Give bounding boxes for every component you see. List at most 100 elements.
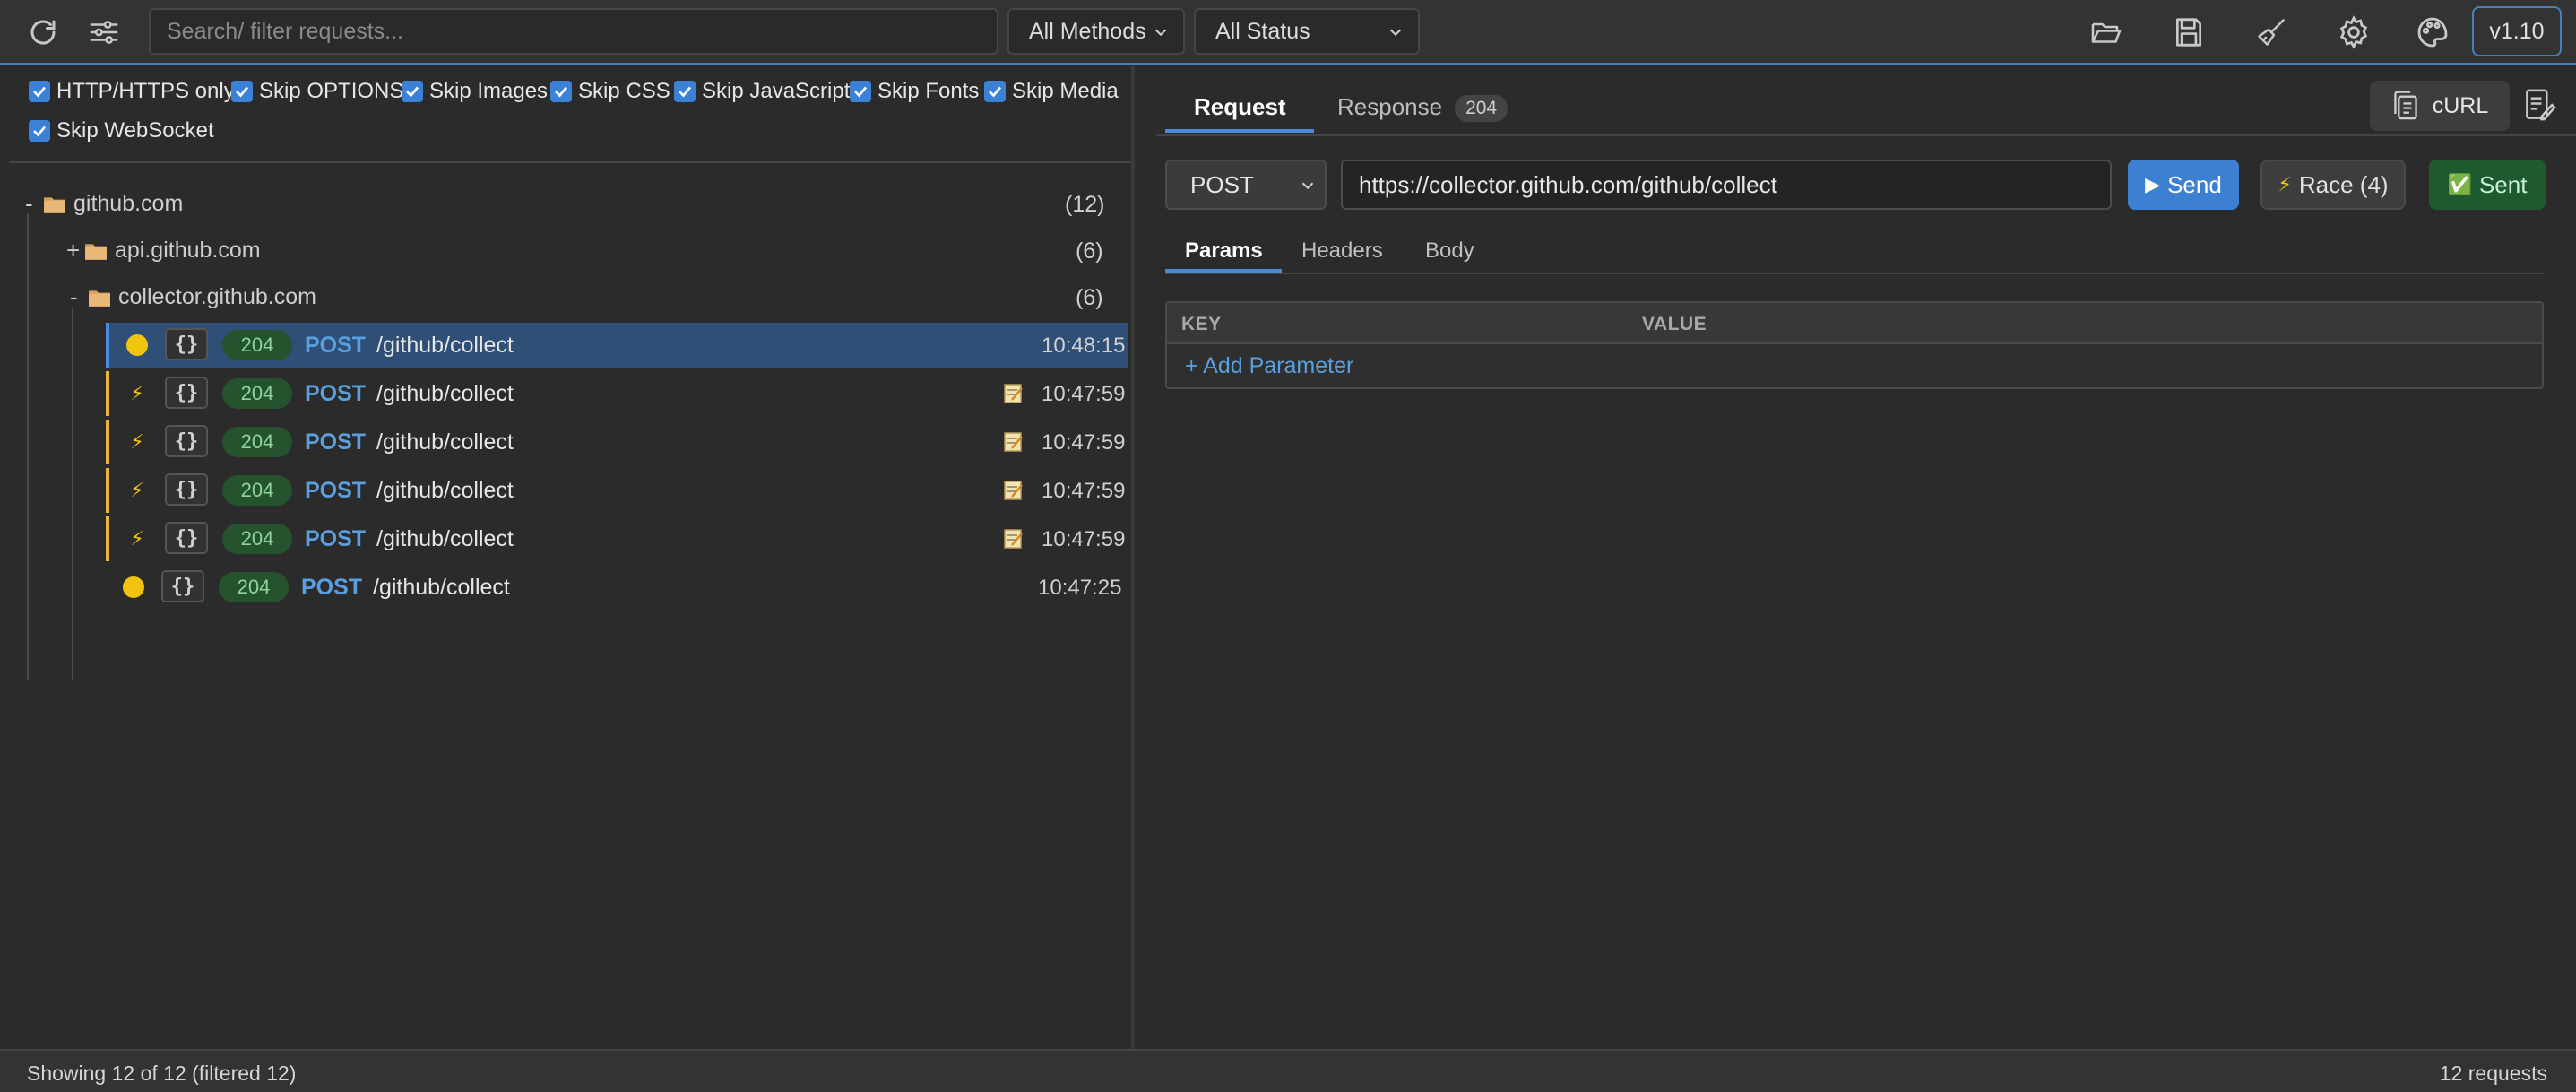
chevron-down-icon bbox=[1298, 176, 1318, 195]
note-icon bbox=[1004, 383, 1024, 404]
lightning-icon: ⚡ bbox=[130, 430, 144, 453]
url-input[interactable]: https://collector.github.com/github/coll… bbox=[1341, 160, 2112, 210]
subtab-params[interactable]: Params bbox=[1185, 238, 1263, 264]
request-method: POST bbox=[305, 429, 367, 455]
method-select[interactable]: POST bbox=[1165, 160, 1327, 210]
subtab-divider bbox=[1165, 273, 2544, 274]
tab-divider bbox=[1156, 134, 2576, 136]
filter-skip-javascript[interactable]: Skip JavaScript bbox=[674, 79, 850, 104]
request-path: /github/collect bbox=[376, 478, 514, 503]
sliders-icon[interactable] bbox=[84, 13, 124, 52]
tree-host-github[interactable]: - github.com bbox=[25, 190, 183, 218]
request-row[interactable]: {} 204 POST /github/collect 10:47:25 bbox=[106, 565, 1128, 610]
host-count: (6) bbox=[1076, 285, 1103, 310]
version-badge[interactable]: v1.10 bbox=[2472, 6, 2562, 56]
filter-http-only[interactable]: HTTP/HTTPS only bbox=[29, 79, 235, 104]
filter-label: Skip Images bbox=[429, 79, 549, 103]
status-code-badge: 204 bbox=[222, 378, 292, 409]
sent-status-button[interactable]: ✅ Sent bbox=[2429, 160, 2546, 210]
add-parameter-link[interactable]: + Add Parameter bbox=[1185, 353, 1353, 379]
checkbox-checked-icon[interactable] bbox=[231, 81, 253, 102]
race-button[interactable]: ⚡ Race (4) bbox=[2260, 160, 2406, 210]
request-time: 10:47:59 bbox=[1042, 479, 1126, 503]
method-value: POST bbox=[1190, 170, 1254, 198]
tree-host-api-github[interactable]: + api.github.com bbox=[66, 237, 261, 264]
checkbox-checked-icon[interactable] bbox=[550, 81, 572, 102]
chevron-down-icon bbox=[1151, 22, 1171, 42]
folder-open-icon[interactable] bbox=[2087, 13, 2126, 52]
checkbox-checked-icon[interactable] bbox=[29, 81, 50, 102]
broom-icon[interactable] bbox=[2252, 13, 2291, 52]
status-code-badge: 204 bbox=[222, 475, 292, 506]
palette-icon[interactable] bbox=[2413, 13, 2452, 52]
total-requests-text: 12 requests bbox=[2439, 1062, 2547, 1085]
request-row[interactable]: ⚡ {} 204 POST /github/collect 10:47:59 bbox=[106, 516, 1128, 561]
filter-skip-media[interactable]: Skip Media bbox=[984, 79, 1119, 104]
filter-label: Skip Fonts bbox=[877, 79, 980, 103]
request-row[interactable]: ⚡ {} 204 POST /github/collect 10:47:59 bbox=[106, 371, 1128, 416]
notes-icon[interactable] bbox=[2524, 88, 2556, 122]
value-column-header: VALUE bbox=[1642, 314, 1707, 334]
curl-button[interactable]: cURL bbox=[2370, 81, 2510, 131]
filter-skip-css[interactable]: Skip CSS bbox=[550, 79, 670, 104]
filter-skip-options[interactable]: Skip OPTIONS bbox=[231, 79, 403, 104]
request-method: POST bbox=[305, 526, 367, 551]
gear-icon[interactable] bbox=[2334, 13, 2373, 52]
search-input[interactable] bbox=[149, 8, 998, 55]
key-column-header: KEY bbox=[1181, 314, 1222, 334]
filter-skip-websocket[interactable]: Skip WebSocket bbox=[29, 118, 214, 143]
status-dot-icon bbox=[122, 576, 145, 599]
race-label: Race (4) bbox=[2298, 170, 2389, 198]
collapse-toggle[interactable]: - bbox=[70, 283, 88, 311]
folder-icon bbox=[43, 195, 66, 214]
tree-guide-line bbox=[27, 213, 29, 680]
request-row[interactable]: {} 204 POST /github/collect 10:48:15 bbox=[106, 323, 1128, 368]
sent-label: Sent bbox=[2478, 170, 2528, 198]
lightning-icon: ⚡ bbox=[130, 527, 144, 550]
params-table: KEY VALUE + Add Parameter bbox=[1165, 301, 2544, 389]
filter-skip-images[interactable]: Skip Images bbox=[402, 79, 548, 104]
request-row[interactable]: ⚡ {} 204 POST /github/collect 10:47:59 bbox=[106, 468, 1128, 513]
send-label: Send bbox=[2167, 170, 2222, 198]
methods-filter-select[interactable]: All Methods bbox=[1007, 8, 1185, 55]
tree-host-collector-github[interactable]: - collector.github.com bbox=[70, 283, 316, 311]
checkbox-checked-icon[interactable] bbox=[984, 81, 1006, 102]
methods-filter-value: All Methods bbox=[1029, 18, 1146, 44]
host-label: collector.github.com bbox=[118, 284, 316, 309]
subtab-body[interactable]: Body bbox=[1425, 238, 1474, 264]
status-code-badge: 204 bbox=[222, 330, 292, 360]
checkbox-checked-icon[interactable] bbox=[674, 81, 696, 102]
tab-response[interactable]: Response 204 bbox=[1337, 93, 1508, 123]
subtab-headers[interactable]: Headers bbox=[1301, 238, 1383, 264]
lightning-icon: ⚡ bbox=[2278, 173, 2292, 195]
copy-icon bbox=[2391, 90, 2420, 122]
curl-label: cURL bbox=[2432, 92, 2489, 118]
json-type-badge: {} bbox=[165, 473, 208, 506]
request-path: /github/collect bbox=[376, 381, 514, 406]
request-method: POST bbox=[305, 333, 367, 358]
status-filter-select[interactable]: All Status bbox=[1194, 8, 1420, 55]
folder-icon bbox=[88, 288, 111, 308]
filter-divider bbox=[9, 161, 1131, 163]
request-path: /github/collect bbox=[376, 429, 514, 455]
tab-request[interactable]: Request bbox=[1194, 93, 1286, 121]
request-path: /github/collect bbox=[376, 526, 514, 551]
collapse-toggle[interactable]: - bbox=[25, 190, 43, 218]
expand-toggle[interactable]: + bbox=[66, 237, 84, 264]
request-row[interactable]: ⚡ {} 204 POST /github/collect 10:47:59 bbox=[106, 420, 1128, 464]
refresh-icon[interactable] bbox=[23, 13, 63, 52]
checkbox-checked-icon[interactable] bbox=[402, 81, 423, 102]
request-time: 10:47:59 bbox=[1042, 430, 1126, 455]
chevron-down-icon bbox=[1386, 22, 1405, 42]
showing-count-text: Showing 12 of 12 (filtered 12) bbox=[27, 1062, 297, 1085]
note-icon bbox=[1004, 528, 1024, 550]
checkbox-checked-icon[interactable] bbox=[850, 81, 871, 102]
filter-label: HTTP/HTTPS only bbox=[56, 79, 235, 103]
save-icon[interactable] bbox=[2169, 13, 2209, 52]
json-type-badge: {} bbox=[161, 570, 204, 602]
json-type-badge: {} bbox=[165, 522, 208, 554]
send-button[interactable]: ▶ Send bbox=[2128, 160, 2239, 210]
filter-skip-fonts[interactable]: Skip Fonts bbox=[850, 79, 979, 104]
checkbox-checked-icon[interactable] bbox=[29, 120, 50, 142]
filter-label: Skip CSS bbox=[578, 79, 670, 103]
